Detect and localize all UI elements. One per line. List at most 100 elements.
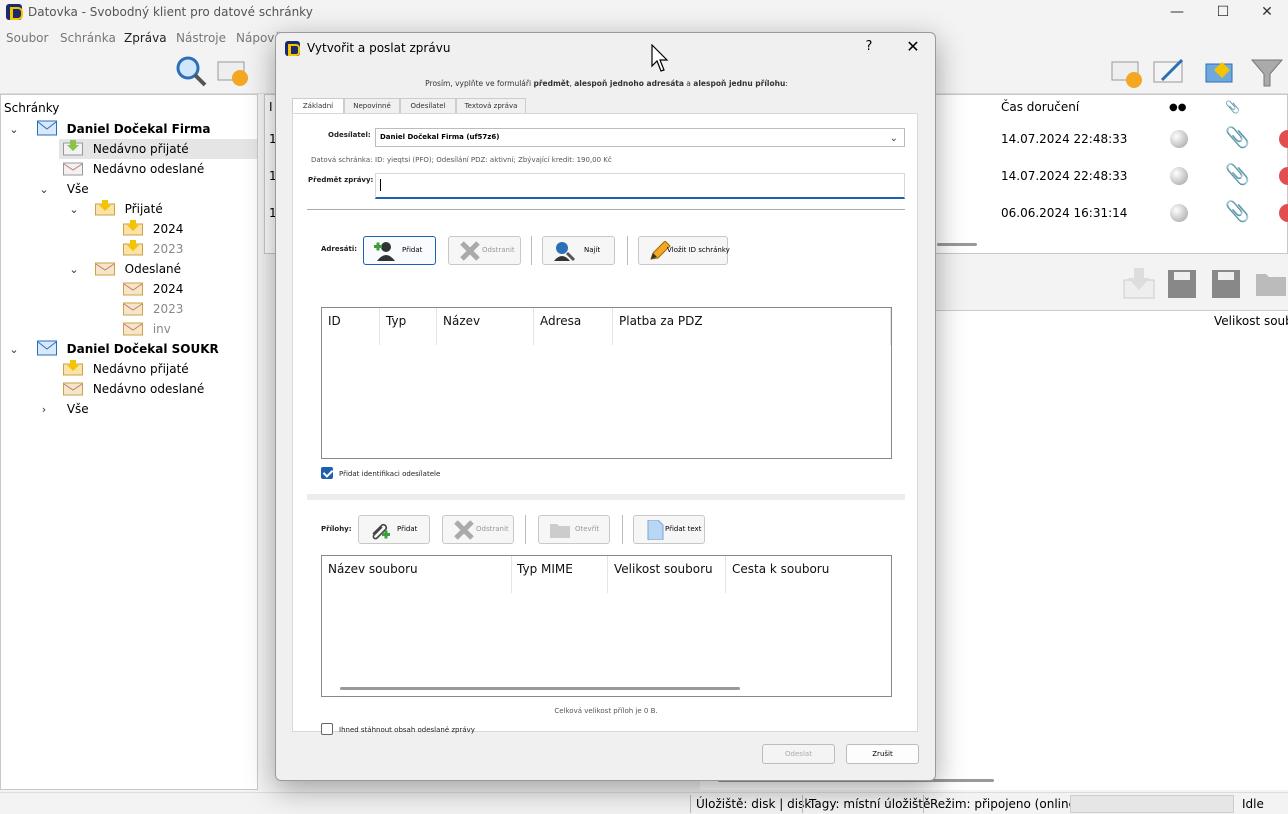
attachments-col-path[interactable]: Cesta k souboru (732, 562, 829, 576)
tree-recent-received[interactable]: Nedávno přijaté (59, 139, 257, 159)
toolbar-separator (525, 515, 526, 544)
menu-zprava[interactable]: Zpráva (124, 31, 167, 45)
attachments-table[interactable]: Název souboru Typ MIME Velikost souboru … (321, 555, 892, 697)
menu-nastroje[interactable]: Nástroje (176, 31, 226, 45)
tree-sent[interactable]: ⌄ Odeslané (67, 259, 181, 279)
open-folder-icon[interactable] (1254, 268, 1288, 300)
tree-sent-2023[interactable]: 2023 (123, 299, 183, 319)
menu-soubor[interactable]: Soubor (6, 31, 48, 45)
open-attachment-button[interactable]: Otevřít (538, 515, 610, 544)
chevron-down-icon[interactable]: ⌄ (67, 200, 81, 220)
tree-account-soukr[interactable]: ⌄ Daniel Dočekal SOUKR (7, 339, 219, 359)
recipients-col-typ[interactable]: Typ (386, 314, 406, 328)
toolbar-separator (531, 236, 532, 265)
tree-received[interactable]: ⌄ Přijaté (67, 199, 163, 219)
tab-odesilatel[interactable]: Odesílatel (400, 98, 456, 113)
find-recipient-button[interactable]: Najít (542, 236, 615, 265)
compose-dialog: Vytvořit a poslat zprávu ? ✕ Prosím, vyp… (275, 32, 936, 781)
sync-messages-icon[interactable] (216, 54, 250, 88)
chevron-down-icon[interactable]: ⌄ (7, 120, 21, 140)
tree-soukr-all[interactable]: › Vše (37, 399, 89, 419)
datovka-logo-icon (285, 41, 300, 56)
insert-databox-id-button[interactable]: Vložit ID schránky (638, 236, 730, 265)
filter-icon[interactable] (1250, 56, 1284, 90)
recipients-table[interactable]: ID Typ Název Adresa Platba za PDZ (321, 307, 892, 459)
text-file-icon (647, 520, 664, 540)
msg-delivery[interactable]: 14.07.2024 22:48:33 (1001, 169, 1127, 183)
chevron-down-icon[interactable]: ⌄ (67, 260, 81, 280)
find-user-icon (554, 242, 575, 261)
add-text-button[interactable]: Přidat text (633, 515, 705, 544)
tree-sent-2024[interactable]: 2024 (123, 279, 183, 299)
tree-received-2024[interactable]: 2024 (123, 219, 183, 239)
minimize-button[interactable]: — (1154, 0, 1200, 26)
status-bar: Úložiště: disk | disk Tagy: místní úloži… (0, 792, 1288, 814)
chevron-down-icon[interactable]: ⌄ (7, 340, 21, 360)
status-storage: Úložiště: disk | disk (696, 797, 812, 811)
toolbar-separator (622, 515, 623, 544)
col-id-header[interactable]: I (269, 100, 273, 114)
col-file-size-header[interactable]: Velikost soubo (1214, 314, 1288, 328)
tree-recent-sent[interactable]: Nedávno odeslané (59, 159, 204, 179)
remove-recipient-button[interactable]: Odstranit (448, 236, 521, 265)
chevron-right-icon[interactable]: › (37, 400, 51, 420)
tree-soukr-recent-sent[interactable]: Nedávno odeslané (59, 379, 204, 399)
column-separator (436, 308, 437, 345)
download-icon[interactable] (1122, 268, 1156, 300)
column-separator (379, 308, 380, 345)
add-attachment-button[interactable]: Přidat (358, 515, 430, 544)
add-sender-identification-checkbox[interactable] (321, 467, 333, 479)
recipients-col-adresa[interactable]: Adresa (540, 314, 581, 328)
paperclip-icon: 📎 (1225, 125, 1250, 149)
tree-soukr-recent-received[interactable]: Nedávno přijaté (59, 359, 189, 379)
insert-databox-id-label: Vložit ID schránky (667, 246, 730, 254)
search-icon[interactable] (174, 54, 208, 88)
tree-received-2023[interactable]: 2023 (123, 239, 183, 259)
chevron-down-icon[interactable]: ⌄ (37, 180, 51, 200)
attachments-col-name[interactable]: Název souboru (328, 562, 418, 576)
inbox-icon (63, 140, 83, 156)
recipients-col-nazev[interactable]: Název (443, 314, 480, 328)
settings-account-icon[interactable] (1202, 56, 1236, 90)
attachments-label: Přílohy: (321, 525, 352, 533)
save-icon[interactable] (1210, 268, 1242, 300)
save-all-icon[interactable] (1166, 268, 1198, 300)
add-text-label: Přidat text (665, 525, 702, 533)
attachments-col-size[interactable]: Velikost souboru (614, 562, 713, 576)
tree-account-firma[interactable]: ⌄ Daniel Dočekal Firma (7, 119, 210, 139)
send-button[interactable]: Odeslat (762, 744, 835, 764)
download-sync-icon[interactable] (1110, 56, 1144, 90)
attachments-scrollbar[interactable] (340, 687, 740, 690)
download-sent-checkbox[interactable] (321, 723, 333, 735)
help-button[interactable]: ? (861, 39, 877, 57)
databox-icon (36, 120, 57, 136)
col-delivery-header[interactable]: Čas doručení (1001, 100, 1079, 114)
maximize-button[interactable]: ☐ (1200, 0, 1246, 26)
cancel-button[interactable]: Zrušit (846, 744, 919, 764)
inbox-folder-icon (123, 220, 143, 236)
compose-icon[interactable] (1152, 56, 1186, 90)
add-recipient-button[interactable]: Přidat (363, 236, 436, 265)
msg-delivery[interactable]: 06.06.2024 16:31:14 (1001, 206, 1127, 220)
recipients-col-platba[interactable]: Platba za PDZ (619, 314, 703, 328)
tab-nepovinne[interactable]: Nepovinné (344, 98, 400, 113)
recipients-col-id[interactable]: ID (328, 314, 341, 328)
note-text: : (785, 79, 788, 88)
remove-attachment-button[interactable]: Odstranit (442, 515, 514, 544)
dialog-close-button[interactable]: ✕ (903, 37, 923, 57)
tree-all[interactable]: ⌄ Vše (37, 179, 88, 200)
status-red-icon (1279, 167, 1288, 185)
attachments-col-mime[interactable]: Typ MIME (517, 562, 573, 576)
sender-select[interactable]: Daniel Dočekal Firma (uf57z6) ⌄ (375, 128, 905, 147)
recipients-label: Adresáti: (321, 245, 358, 253)
subject-input[interactable] (375, 173, 905, 199)
chevron-down-icon: ⌄ (889, 133, 898, 144)
menu-schranka[interactable]: Schránka (60, 31, 116, 45)
tab-textova-zprava[interactable]: Textová zpráva (456, 98, 526, 113)
tree-sent-inv[interactable]: inv (123, 319, 171, 339)
msg-delivery[interactable]: 14.07.2024 22:48:33 (1001, 132, 1127, 146)
close-window-button[interactable]: ✕ (1244, 0, 1288, 26)
tab-zakladni[interactable]: Základní (292, 98, 344, 114)
note-text: a (683, 79, 694, 88)
message-list-scrollbar[interactable] (937, 243, 977, 246)
